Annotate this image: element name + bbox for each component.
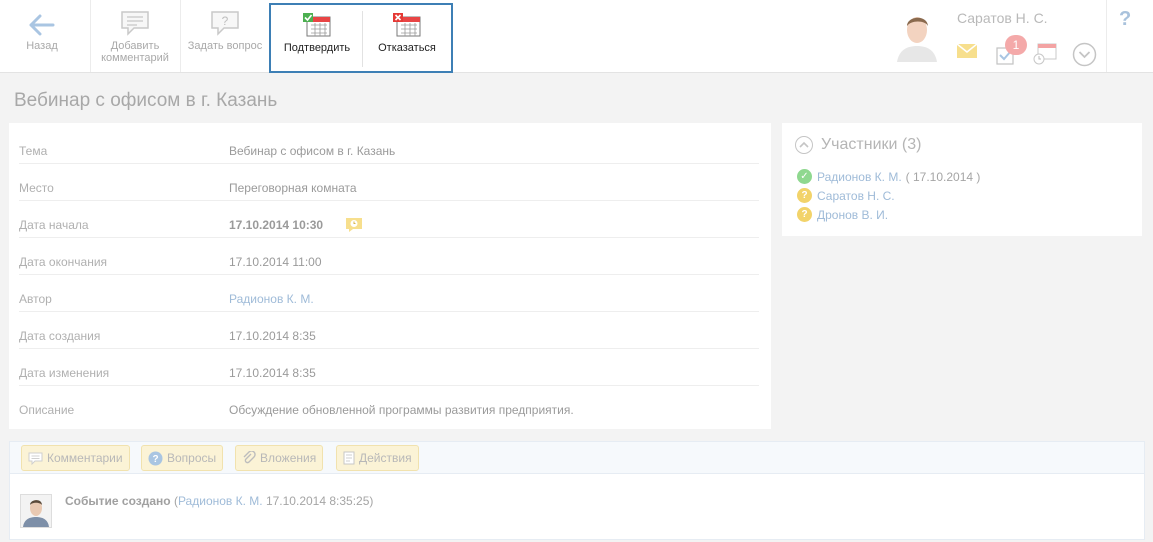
speech-bubble-icon — [28, 452, 43, 465]
confirm-label: Подтвердить — [283, 42, 351, 54]
detail-value: 17.10.2014 10:30 — [229, 218, 324, 232]
activity-panel: Комментарии ? Вопросы Вложения Действия … — [9, 441, 1145, 540]
envelope-icon[interactable] — [956, 43, 978, 64]
detail-row-author: Автор Радионов К. М. — [19, 275, 759, 312]
ask-question-label: Задать вопрос — [187, 40, 263, 52]
add-comment-label: Добавить комментарий — [101, 40, 169, 64]
paperclip-icon — [242, 451, 256, 465]
confirmed-check-icon: ✓ — [797, 169, 812, 184]
detail-row-topic: Тема Вебинар с офисом в г. Казань — [19, 127, 759, 164]
tab-label: Комментарии — [47, 451, 123, 465]
detail-value: 17.10.2014 8:35 — [229, 366, 316, 380]
participant-item: ✓ Радионов К. М. ( 17.10.2014 ) — [797, 169, 980, 184]
back-label: Назад — [26, 40, 58, 52]
detail-label: Описание — [19, 403, 75, 417]
event-author-avatar — [20, 494, 52, 528]
participant-name-link[interactable]: Дронов В. И. — [817, 208, 888, 222]
decline-button[interactable]: Отказаться — [365, 2, 449, 74]
pending-question-icon: ? — [797, 207, 812, 222]
participants-title: Участники (3) — [821, 136, 922, 153]
pending-question-icon: ? — [797, 188, 812, 203]
event-title: Событие создано — [65, 494, 171, 508]
detail-row-place: Место Переговорная комната — [19, 164, 759, 201]
tab-actions[interactable]: Действия — [336, 445, 419, 471]
tab-comments[interactable]: Комментарии — [21, 445, 130, 471]
detail-row-description: Описание Обсуждение обновленной программ… — [19, 386, 759, 423]
tab-label: Действия — [359, 451, 412, 465]
top-toolbar: Назад Добавить комментарий ? Задать вопр… — [0, 0, 1153, 73]
detail-value: 17.10.2014 8:35 — [229, 329, 316, 343]
chevron-down-icon[interactable] — [1072, 42, 1097, 72]
detail-row-created: Дата создания 17.10.2014 8:35 — [19, 312, 759, 349]
event-timestamp: 17.10.2014 8:35:25) — [265, 494, 374, 508]
participants-panel: Участники (3) ✓ Радионов К. М. ( 17.10.2… — [782, 123, 1142, 236]
participant-item: ? Саратов Н. С. — [797, 188, 895, 203]
detail-label: Дата окончания — [19, 255, 108, 269]
tab-questions[interactable]: ? Вопросы — [141, 445, 224, 471]
detail-value: 17.10.2014 11:00 — [229, 255, 322, 269]
participant-response-date: ( 17.10.2014 ) — [905, 169, 981, 184]
question-bubble-icon: ? — [210, 10, 240, 36]
document-icon — [343, 451, 355, 465]
toolbar-divider — [180, 0, 181, 72]
help-button[interactable]: ? — [1119, 8, 1131, 31]
event-author-link[interactable]: Радионов К. М. — [178, 494, 263, 508]
detail-row-end-date: Дата окончания 17.10.2014 11:00 — [19, 238, 759, 275]
event-details-panel: Тема Вебинар с офисом в г. Казань Место … — [9, 123, 771, 429]
toolbar-divider — [1106, 0, 1107, 72]
svg-text:?: ? — [222, 14, 229, 28]
detail-row-start-date: Дата начала 17.10.2014 10:30 — [19, 201, 759, 238]
toolbar-divider — [90, 0, 91, 72]
toolbar-divider — [362, 11, 363, 67]
event-text: Событие создано (Радионов К. М. 17.10.20… — [65, 494, 373, 508]
add-comment-button[interactable]: Добавить комментарий — [94, 0, 176, 72]
svg-text:?: ? — [152, 454, 158, 465]
tab-label: Вопросы — [167, 451, 217, 465]
tab-label: Вложения — [260, 451, 317, 465]
user-name[interactable]: Саратов Н. С. — [957, 10, 1048, 26]
alarm-clock-icon[interactable] — [345, 217, 363, 236]
detail-label: Автор — [19, 292, 52, 306]
tab-attachments[interactable]: Вложения — [235, 445, 324, 471]
ask-question-button[interactable]: ? Задать вопрос — [182, 0, 268, 72]
calendar-icon[interactable] — [1033, 43, 1057, 70]
back-button[interactable]: Назад — [16, 0, 68, 72]
participants-header[interactable]: Участники (3) — [795, 136, 921, 154]
activity-tabs: Комментарии ? Вопросы Вложения Действия — [10, 442, 1144, 474]
participant-name-link[interactable]: Радионов К. М. — [817, 170, 902, 184]
detail-value: Переговорная комната — [229, 181, 357, 195]
participant-name-link[interactable]: Саратов Н. С. — [817, 189, 895, 203]
detail-label: Место — [19, 181, 54, 195]
author-link[interactable]: Радионов К. М. — [229, 292, 314, 306]
confirm-button[interactable]: Подтвердить — [275, 2, 359, 74]
detail-label: Дата начала — [19, 218, 89, 232]
question-circle-icon: ? — [148, 451, 163, 466]
calendar-cross-icon — [392, 12, 422, 38]
detail-row-modified: Дата изменения 17.10.2014 8:35 — [19, 349, 759, 386]
arrow-left-icon — [29, 10, 55, 36]
calendar-check-icon — [302, 12, 332, 38]
detail-label: Дата создания — [19, 329, 101, 343]
detail-label: Тема — [19, 144, 48, 158]
chevron-up-icon[interactable] — [795, 136, 813, 154]
participant-item: ? Дронов В. И. — [797, 207, 888, 222]
user-avatar[interactable] — [895, 10, 939, 62]
detail-label: Дата изменения — [19, 366, 110, 380]
response-actions-group: Подтвердить Отказаться — [269, 3, 453, 73]
detail-value: Вебинар с офисом в г. Казань — [229, 144, 396, 158]
tasks-count-badge: 1 — [1005, 35, 1027, 55]
speech-bubble-icon — [120, 10, 150, 36]
page-title: Вебинар с офисом в г. Казань — [14, 90, 278, 111]
activity-event-item: Событие создано (Радионов К. М. 17.10.20… — [20, 494, 1120, 530]
decline-label: Отказаться — [378, 42, 436, 54]
detail-value: Обсуждение обновленной программы развити… — [229, 403, 574, 417]
